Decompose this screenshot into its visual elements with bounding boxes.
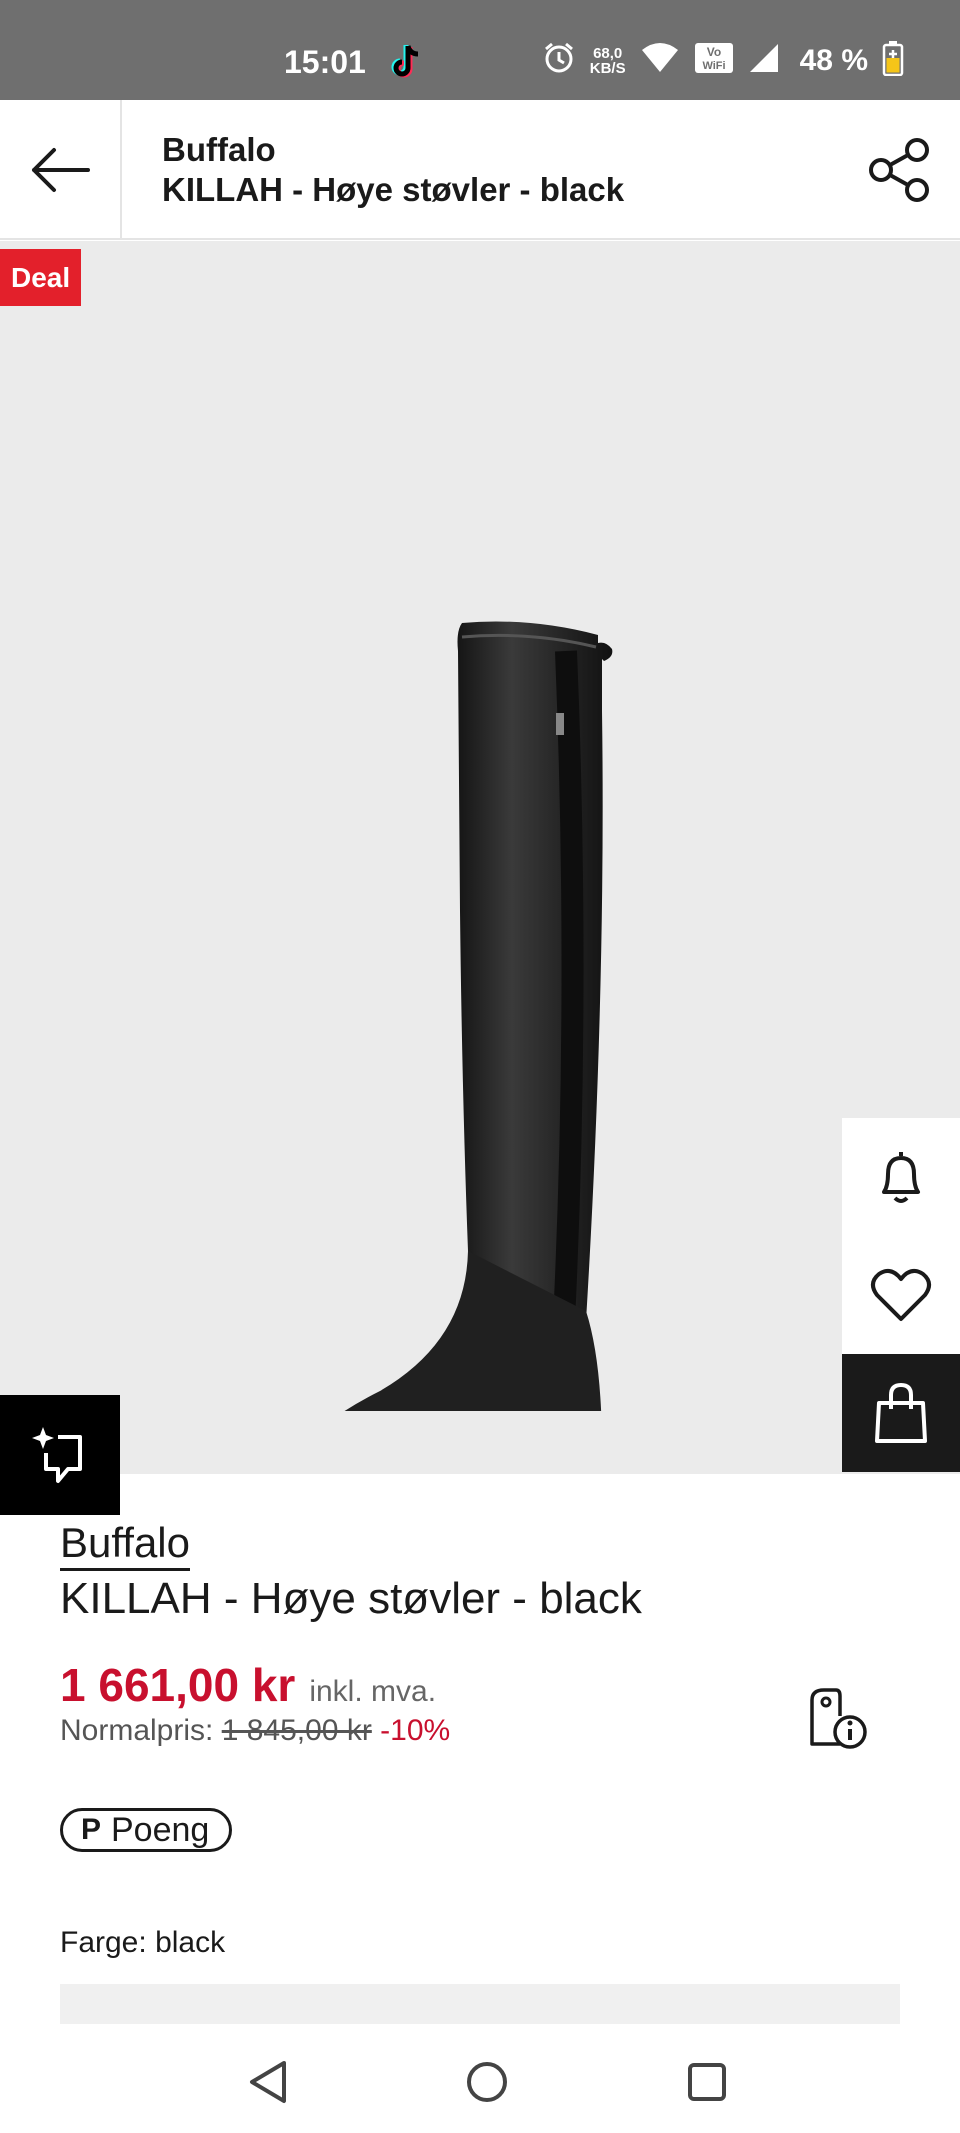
header: Buffalo KILLAH - Høye støvler - black [0, 100, 960, 240]
share-button[interactable] [862, 134, 938, 206]
header-titles: Buffalo KILLAH - Høye støvler - black [162, 130, 624, 210]
price-tag-info-icon [810, 1688, 867, 1749]
wishlist-button[interactable] [842, 1236, 960, 1354]
regular-price: 1 845,00 kr [221, 1714, 372, 1747]
vat-note: inkl. mva. [309, 1675, 437, 1708]
circle-home-icon [467, 2062, 507, 2102]
square-recents-icon [688, 2063, 726, 2101]
net-speed-unit: KB/S [589, 59, 626, 77]
price-block: 1 661,00 kr inkl. mva. Normalpris: 1 845… [60, 1658, 450, 1748]
tiktok-icon [388, 42, 424, 82]
status-time: 15:01 [284, 44, 366, 80]
vowifi-text-bottom: WiFi [702, 60, 725, 72]
colour-value: black [155, 1926, 226, 1959]
net-speed-value: 68,0 [593, 44, 623, 62]
discount-percent: -10% [380, 1714, 451, 1747]
add-to-bag-button[interactable] [842, 1354, 960, 1472]
regular-price-line: Normalpris: 1 845,00 kr -10% [60, 1714, 450, 1748]
status-icons: 68,0 KB/S Vo WiFi 48 % [542, 40, 904, 81]
side-actions [842, 1118, 960, 1472]
back-button[interactable] [0, 100, 122, 240]
colour-label: Farge: [60, 1926, 147, 1959]
product-image-gallery[interactable]: Deal [0, 241, 960, 1474]
status-bar: 15:01 68,0 KB/S Vo WiFi 48 % [0, 0, 960, 100]
nav-back-button[interactable] [240, 2054, 296, 2110]
colour-line: Farge: black [60, 1926, 225, 1960]
header-brand: Buffalo [162, 131, 276, 168]
arrow-left-icon [32, 148, 90, 192]
regular-price-label: Normalpris: [60, 1714, 214, 1747]
bell-icon [882, 1152, 920, 1203]
nav-home-button[interactable] [459, 2054, 515, 2110]
deal-badge: Deal [0, 249, 82, 306]
vowifi-text-top: Vo [706, 45, 720, 59]
shopping-bag-icon [875, 1382, 927, 1443]
header-product-name: KILLAH - Høye støvler - black [162, 171, 625, 208]
system-nav-bar [0, 2024, 960, 2133]
brand-link[interactable]: Buffalo [60, 1518, 190, 1571]
points-label: Poeng [111, 1810, 210, 1849]
product-image [344, 621, 613, 1411]
colour-selector[interactable] [60, 1984, 900, 2024]
product-name: KILLAH - Høye støvler - black [60, 1574, 642, 1623]
price-line: 1 661,00 kr inkl. mva. [60, 1658, 450, 1712]
points-badge[interactable]: P Poeng [60, 1808, 233, 1852]
battery-icon [882, 40, 904, 81]
sparkle-compare-button[interactable] [0, 1395, 120, 1515]
signal-icon [748, 42, 780, 79]
battery-percent: 48 % [799, 43, 868, 77]
heart-icon [871, 1268, 931, 1321]
alarm-icon [542, 41, 576, 80]
notify-button[interactable] [842, 1118, 960, 1236]
sparkle-chat-icon [32, 1427, 82, 1483]
current-price: 1 661,00 kr [60, 1659, 296, 1711]
net-speed: 68,0 KB/S [590, 46, 626, 76]
vowifi-icon: Vo WiFi [694, 42, 734, 79]
wifi-icon [640, 42, 680, 79]
share-icon [869, 138, 929, 202]
page: 15:01 68,0 KB/S Vo WiFi 48 % Buffalo KIL… [0, 0, 960, 2133]
price-info-button[interactable] [806, 1686, 870, 1750]
triangle-back-icon [250, 2061, 286, 2103]
points-icon: P [80, 1813, 101, 1846]
nav-recents-button[interactable] [679, 2054, 735, 2110]
